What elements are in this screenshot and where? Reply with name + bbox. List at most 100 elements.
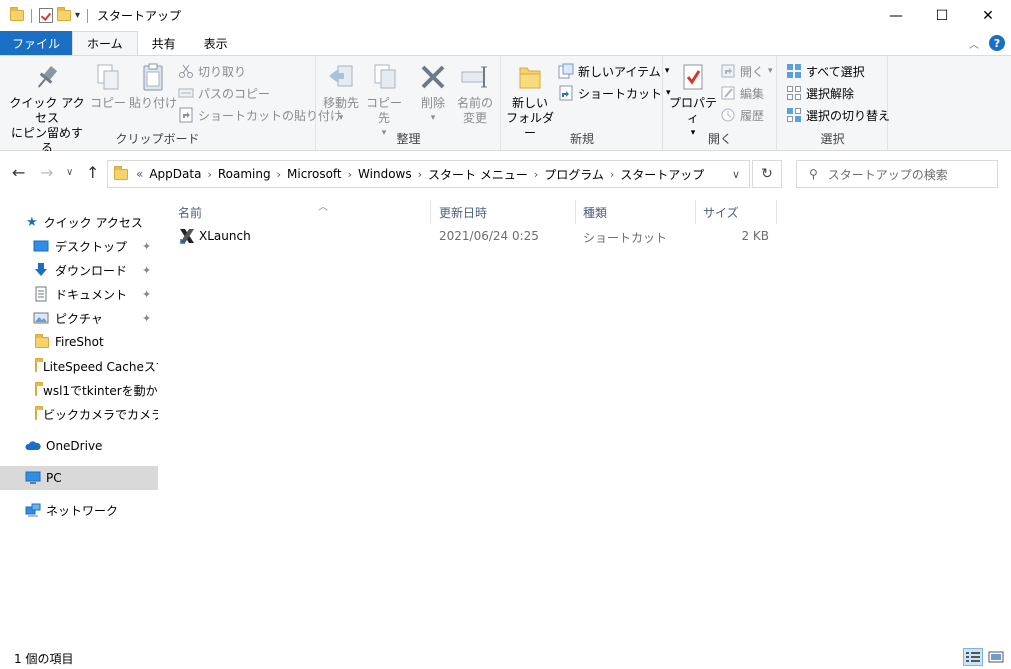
nav-onedrive[interactable]: OneDrive: [0, 434, 158, 458]
breadcrumb-separator-icon[interactable]: ›: [418, 168, 422, 181]
column-divider[interactable]: [430, 200, 431, 224]
up-arrow-icon[interactable]: ↑: [86, 163, 99, 182]
nav-network[interactable]: ネットワーク: [0, 498, 158, 522]
copy-path-button[interactable]: パスのコピー: [178, 83, 270, 103]
column-divider[interactable]: [575, 200, 576, 224]
breadcrumb-separator-icon[interactable]: ›: [348, 168, 352, 181]
breadcrumb-overflow[interactable]: «: [136, 167, 143, 181]
pin-icon[interactable]: ✦: [142, 240, 151, 253]
nav-item-downloads[interactable]: ダウンロード ✦: [0, 258, 158, 282]
edit-button[interactable]: 編集: [720, 83, 764, 103]
clipboard-group-label: クリップボード: [115, 132, 200, 146]
breadcrumb-separator-icon[interactable]: ›: [207, 168, 211, 181]
open-label: 開く: [740, 64, 765, 79]
open-button[interactable]: 開く ▾: [720, 61, 773, 81]
delete-button[interactable]: 削除 ▾: [415, 62, 451, 126]
easy-access-button[interactable]: ショートカット ▾: [558, 83, 671, 103]
tab-view[interactable]: 表示: [190, 31, 242, 55]
breadcrumb-start-menu[interactable]: スタート メニュー: [428, 166, 528, 183]
cut-button[interactable]: 切り取り: [178, 61, 246, 81]
nav-item-litespeed[interactable]: LiteSpeed Cacheスマ: [0, 354, 158, 378]
collapse-ribbon-icon[interactable]: ︿: [969, 36, 979, 51]
details-view-button[interactable]: [963, 648, 983, 666]
rename-button[interactable]: 名前の 変更: [453, 62, 497, 126]
nav-item-label: ピクチャ: [55, 311, 103, 326]
recent-locations-icon[interactable]: ∨: [66, 167, 73, 178]
nav-item-fireshot[interactable]: FireShot: [0, 330, 158, 354]
nav-item-wsl1[interactable]: wsl1でtkinterを動かす: [0, 378, 158, 402]
breadcrumb-separator-icon[interactable]: ›: [534, 168, 538, 181]
tab-file[interactable]: ファイル: [0, 31, 73, 55]
forward-arrow-icon[interactable]: →: [40, 163, 53, 182]
new-folder-icon: [515, 62, 545, 92]
search-box[interactable]: ⚲ スタートアップの検索: [796, 160, 998, 188]
file-row[interactable]: XLaunch 2021/06/24 0:25 ショートカット 2 KB: [178, 225, 778, 247]
file-name: XLaunch: [199, 229, 251, 243]
nav-pc[interactable]: PC: [0, 466, 158, 490]
breadcrumb-separator-icon[interactable]: ›: [610, 168, 614, 181]
column-name-label: 名前: [178, 205, 203, 220]
address-history-dropdown-icon[interactable]: ∨: [723, 160, 749, 188]
scissors-icon: [178, 63, 194, 79]
large-icons-view-button[interactable]: [986, 648, 1006, 666]
column-header-modified[interactable]: 更新日時: [439, 200, 574, 224]
column-divider[interactable]: [776, 200, 777, 224]
breadcrumb-windows[interactable]: Windows: [358, 167, 412, 181]
maximize-button[interactable]: ☐: [919, 0, 965, 31]
close-button[interactable]: ✕: [965, 0, 1011, 31]
breadcrumb-roaming[interactable]: Roaming: [218, 167, 271, 181]
delete-dropdown-icon: ▾: [430, 113, 436, 123]
nav-item-pictures[interactable]: ピクチャ ✦: [0, 306, 158, 330]
breadcrumb-microsoft[interactable]: Microsoft: [287, 167, 342, 181]
move-to-button[interactable]: 移動先 ▾: [321, 62, 361, 126]
open-icon: [720, 63, 736, 79]
download-icon: [33, 262, 49, 278]
open-dropdown-icon: ▾: [768, 66, 773, 76]
properties-check-icon: [678, 62, 708, 92]
nav-item-desktop[interactable]: デスクトップ ✦: [0, 234, 158, 258]
properties-icon[interactable]: [39, 8, 53, 23]
pin-icon[interactable]: ✦: [142, 264, 151, 277]
paste-button[interactable]: 貼り付け: [128, 62, 178, 111]
breadcrumb-startup[interactable]: スタートアップ: [620, 166, 704, 183]
file-size: 2 KB: [741, 229, 769, 243]
breadcrumb-separator-icon[interactable]: ›: [277, 168, 281, 181]
breadcrumb-appdata[interactable]: AppData: [149, 167, 201, 181]
minimize-button[interactable]: —: [873, 0, 919, 31]
address-bar[interactable]: « AppData › Roaming › Microsoft › Windows › …: [107, 160, 750, 188]
invert-selection-button[interactable]: 選択の切り替え: [786, 105, 890, 125]
select-all-button[interactable]: すべて選択: [786, 61, 865, 81]
copy-button[interactable]: コピー: [90, 62, 126, 111]
new-item-button[interactable]: 新しいアイテム ▾: [558, 61, 669, 81]
nav-pc-label: PC: [46, 471, 62, 485]
nav-quick-access[interactable]: ★ クイック アクセス: [0, 210, 158, 234]
folder-icon: [35, 357, 43, 372]
nav-item-biccamera[interactable]: ビックカメラでカメラを安: [0, 402, 158, 426]
column-divider[interactable]: [695, 200, 696, 224]
open-group: プロパティ ▾ 開く ▾ 編集 履歴 開く: [664, 56, 777, 150]
pin-icon[interactable]: ✦: [142, 312, 151, 325]
file-type: ショートカット: [583, 231, 668, 245]
refresh-icon[interactable]: ↻: [752, 160, 782, 188]
tab-share[interactable]: 共有: [138, 31, 190, 55]
help-icon[interactable]: ?: [989, 35, 1005, 51]
nav-item-documents[interactable]: ドキュメント ✦: [0, 282, 158, 306]
file-modified: 2021/06/24 0:25: [439, 229, 539, 243]
column-header-name[interactable]: 名前 ︿: [178, 200, 430, 224]
move-to-label: 移動先: [322, 96, 359, 110]
column-header-type[interactable]: 種類: [583, 200, 693, 224]
toolbar-divider: [87, 8, 89, 23]
breadcrumb-programs[interactable]: プログラム: [544, 166, 604, 183]
back-arrow-icon[interactable]: ←: [12, 163, 25, 182]
pin-icon[interactable]: ✦: [142, 288, 151, 301]
tab-home[interactable]: ホーム: [72, 31, 138, 55]
customize-toolbar-icon[interactable]: ▾: [75, 10, 80, 21]
window-title: スタートアップ: [97, 9, 182, 23]
select-none-button[interactable]: 選択解除: [786, 83, 854, 103]
column-header-size[interactable]: サイズ: [703, 200, 775, 224]
new-folder-icon[interactable]: [57, 7, 71, 21]
history-button[interactable]: 履歴: [720, 105, 764, 125]
select-group-label: 選択: [820, 132, 845, 146]
desktop-icon: [33, 238, 49, 254]
nav-item-label: ドキュメント: [55, 287, 128, 302]
